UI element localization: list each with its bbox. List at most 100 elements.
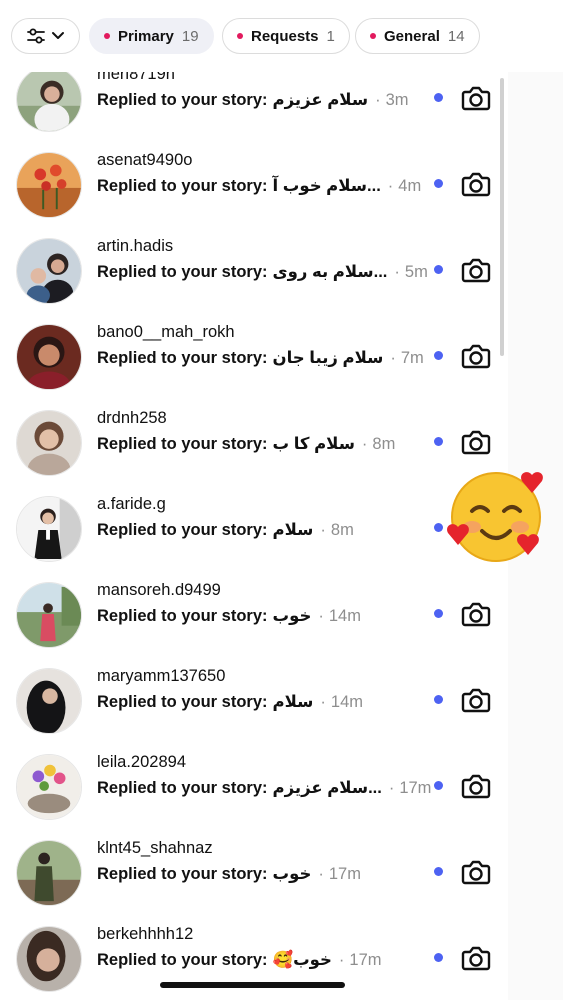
preview-label: Replied to your story: (97, 262, 268, 281)
avatar[interactable] (16, 324, 82, 390)
unread-dot (434, 609, 443, 618)
tab-general[interactable]: General 14 (355, 18, 480, 54)
scrollbar[interactable] (500, 78, 504, 356)
unread-dot (434, 781, 443, 790)
camera-icon[interactable] (461, 256, 491, 284)
message-row[interactable]: artin.hadis Replied to your story: سلام … (0, 228, 563, 314)
filter-button[interactable] (11, 18, 80, 54)
avatar[interactable] (16, 926, 82, 992)
preview-text: سلام (272, 693, 314, 711)
unread-dot (434, 953, 443, 962)
preview-text: سلام عزیزم (272, 91, 369, 109)
preview-label: Replied to your story: (97, 176, 268, 195)
username: mansoreh.d9499 (97, 581, 221, 599)
avatar[interactable] (16, 66, 82, 132)
username: klnt45_shahnaz (97, 839, 213, 857)
message-preview: Replied to your story: سلام · 8m (97, 520, 354, 540)
preview-label: Replied to your story: (97, 434, 268, 453)
username: asenat9490o (97, 151, 193, 169)
chevron-down-icon (51, 32, 64, 39)
message-preview: Replied to your story: سلام عزیزم... · 1… (97, 778, 431, 798)
separator-dot: · (361, 434, 368, 453)
inbox-tabs: Primary 19 Requests 1 General 14 (0, 0, 563, 72)
message-row[interactable]: mansoreh.d9499 Replied to your story: خو… (0, 572, 563, 658)
camera-icon[interactable] (461, 858, 491, 886)
timestamp: 17m (399, 778, 432, 797)
unread-indicator (104, 33, 110, 39)
preview-text: 🥰خوب (272, 951, 332, 969)
unread-indicator (237, 33, 243, 39)
smiling-face-with-hearts-icon (447, 472, 543, 562)
message-row[interactable]: leila.202894 Replied to your story: سلام… (0, 744, 563, 830)
unread-indicator (370, 33, 376, 39)
tab-label: Primary (118, 27, 174, 45)
message-row[interactable]: klnt45_shahnaz Replied to your story: خو… (0, 830, 563, 916)
preview-label: Replied to your story: (97, 778, 268, 797)
message-preview: Replied to your story: خوب · 17m (97, 864, 361, 884)
preview-text: سلام زیبا جان (272, 349, 384, 367)
username: berkehhhh12 (97, 925, 194, 943)
camera-icon[interactable] (461, 686, 491, 714)
username: a.faride.g (97, 495, 166, 513)
tab-primary[interactable]: Primary 19 (89, 18, 214, 54)
preview-text: سلام خوب آ... (272, 177, 381, 195)
avatar[interactable] (16, 582, 82, 648)
camera-icon[interactable] (461, 342, 491, 370)
message-row[interactable]: maryamm137650 Replied to your story: سلا… (0, 658, 563, 744)
username: drdnh258 (97, 409, 167, 427)
message-preview: Replied to your story: 🥰خوب · 17m (97, 950, 382, 970)
camera-icon[interactable] (461, 170, 491, 198)
unread-dot (434, 179, 443, 188)
message-row[interactable]: bano0__mah_rokh Replied to your story: س… (0, 314, 563, 400)
preview-label: Replied to your story: (97, 520, 268, 539)
preview-label: Replied to your story: (97, 692, 268, 711)
message-row[interactable]: berkehhhh12 Replied to your story: 🥰خوب … (0, 916, 563, 1002)
avatar[interactable] (16, 840, 82, 906)
unread-dot (434, 695, 443, 704)
separator-dot: · (387, 176, 394, 195)
separator-dot: · (394, 262, 400, 281)
timestamp: 17m (349, 950, 382, 969)
preview-label: Replied to your story: (97, 348, 268, 367)
tab-label: General (384, 27, 440, 45)
tab-count: 1 (326, 27, 335, 45)
camera-icon[interactable] (461, 600, 491, 628)
sliders-icon (26, 28, 45, 44)
preview-label: Replied to your story: (97, 90, 268, 109)
preview-label: Replied to your story: (97, 606, 268, 625)
timestamp: 3m (385, 90, 409, 109)
unread-dot (434, 437, 443, 446)
avatar[interactable] (16, 238, 82, 304)
timestamp: 8m (330, 520, 354, 539)
avatar[interactable] (16, 410, 82, 476)
separator-dot: · (388, 778, 395, 797)
preview-text: سلام (272, 521, 314, 539)
avatar[interactable] (16, 496, 82, 562)
unread-dot (434, 265, 443, 274)
avatar[interactable] (16, 754, 82, 820)
preview-text: خوب (272, 607, 312, 625)
username: bano0__mah_rokh (97, 323, 235, 341)
separator-dot: · (318, 864, 324, 883)
unread-dot (434, 867, 443, 876)
timestamp: 7m (400, 348, 424, 367)
username: maryamm137650 (97, 667, 226, 685)
timestamp: 4m (398, 176, 422, 195)
message-preview: Replied to your story: سلام به روی... · … (97, 262, 428, 282)
message-row[interactable]: asenat9490o Replied to your story: سلام … (0, 142, 563, 228)
tab-count: 14 (447, 27, 465, 45)
separator-dot: · (318, 606, 324, 625)
tab-requests[interactable]: Requests 1 (222, 18, 350, 54)
tab-count: 19 (181, 27, 199, 45)
camera-icon[interactable] (461, 772, 491, 800)
unread-dot (434, 523, 443, 532)
camera-icon[interactable] (461, 944, 491, 972)
avatar[interactable] (16, 152, 82, 218)
message-preview: Replied to your story: سلام · 14m (97, 692, 363, 712)
camera-icon[interactable] (461, 84, 491, 112)
timestamp: 14m (328, 606, 361, 625)
camera-icon[interactable] (461, 428, 491, 456)
separator-dot: · (320, 692, 326, 711)
avatar[interactable] (16, 668, 82, 734)
message-preview: Replied to your story: سلام زیبا جان · 7… (97, 348, 424, 368)
